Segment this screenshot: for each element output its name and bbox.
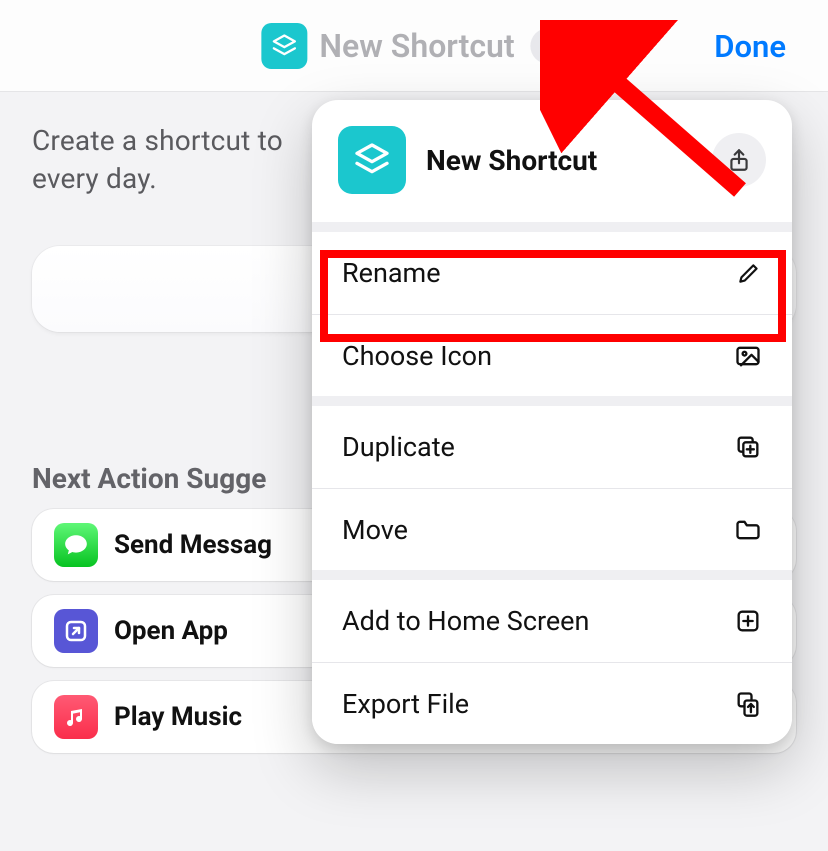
menu-item-choose-icon[interactable]: Choose Icon bbox=[312, 314, 792, 396]
helper-text-line: Create a shortcut to bbox=[32, 124, 283, 157]
folder-icon bbox=[734, 516, 762, 544]
page-title: New Shortcut bbox=[319, 27, 514, 65]
menu-separator bbox=[312, 570, 792, 580]
suggestion-label: Open App bbox=[114, 616, 228, 646]
suggestion-label: Play Music bbox=[114, 702, 242, 732]
popover-title: New Shortcut bbox=[426, 144, 597, 177]
title-options-button[interactable] bbox=[531, 28, 567, 64]
share-button[interactable] bbox=[712, 133, 766, 187]
menu-item-duplicate[interactable]: Duplicate bbox=[312, 406, 792, 488]
messages-icon bbox=[54, 523, 98, 567]
chevron-down-icon bbox=[540, 37, 558, 55]
helper-text-line: every day. bbox=[32, 162, 157, 195]
popover-header: New Shortcut bbox=[312, 100, 792, 222]
suggestion-label: Send Messag bbox=[114, 530, 272, 560]
context-menu-popover: New Shortcut Rename Choose Icon Duplicat… bbox=[312, 100, 792, 744]
title-group[interactable]: New Shortcut bbox=[261, 23, 566, 69]
menu-item-export-file[interactable]: Export File bbox=[312, 662, 792, 744]
pencil-icon bbox=[736, 260, 762, 286]
music-icon bbox=[54, 695, 98, 739]
menu-separator bbox=[312, 396, 792, 406]
menu-separator bbox=[312, 222, 792, 232]
menu-item-add-to-home-screen[interactable]: Add to Home Screen bbox=[312, 580, 792, 662]
done-button[interactable]: Done bbox=[714, 0, 786, 92]
menu-item-label: Rename bbox=[342, 257, 441, 289]
menu-item-label: Duplicate bbox=[342, 431, 455, 463]
share-icon bbox=[726, 147, 752, 173]
menu-item-rename[interactable]: Rename bbox=[312, 232, 792, 314]
app-header: New Shortcut Done bbox=[0, 0, 828, 92]
menu-item-label: Move bbox=[342, 514, 408, 546]
duplicate-icon bbox=[734, 433, 762, 461]
menu-item-label: Export File bbox=[342, 688, 469, 720]
menu-item-move[interactable]: Move bbox=[312, 488, 792, 570]
add-square-icon bbox=[734, 607, 762, 635]
image-icon bbox=[734, 342, 762, 370]
open-app-icon bbox=[54, 609, 98, 653]
shortcut-icon bbox=[338, 126, 406, 194]
menu-item-label: Add to Home Screen bbox=[342, 605, 589, 637]
menu-item-label: Choose Icon bbox=[342, 340, 492, 372]
export-icon bbox=[734, 690, 762, 718]
shortcut-icon bbox=[261, 23, 307, 69]
